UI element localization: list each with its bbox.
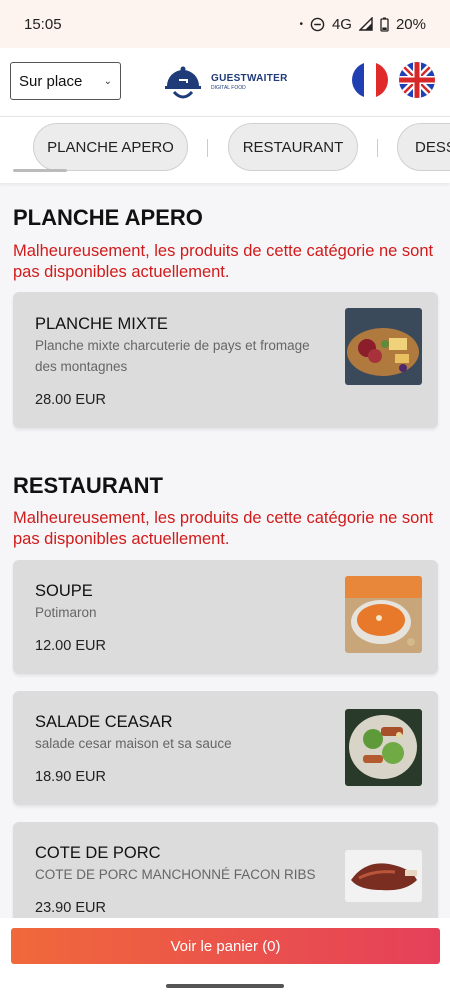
product-card[interactable]: SOUPE Potimaron 12.00 EUR xyxy=(13,560,438,674)
tab-divider xyxy=(207,139,208,157)
home-indicator[interactable] xyxy=(166,984,284,988)
do-not-disturb-icon xyxy=(310,17,325,31)
uk-flag-icon[interactable] xyxy=(399,62,435,98)
product-price: 23.90 EUR xyxy=(35,900,106,916)
service-mode-select[interactable]: Sur place ⌄ xyxy=(10,62,121,100)
section-title: PLANCHE APERO xyxy=(13,205,203,230)
cloche-logo-icon xyxy=(165,66,201,99)
unavailable-message: Malheureusement, les produits de cette c… xyxy=(13,509,434,548)
product-price: 18.90 EUR xyxy=(35,769,106,785)
signal-icon xyxy=(358,17,373,31)
product-description: COTE DE PORC MANCHONNÉ FACON RIBS xyxy=(35,867,316,882)
unavailable-message: Malheureusement, les produits de cette c… xyxy=(13,242,434,281)
service-mode-value: Sur place xyxy=(19,72,83,90)
soup-image xyxy=(345,576,422,653)
view-cart-button[interactable]: Voir le panier (0) xyxy=(11,928,440,964)
pork-ribs-image xyxy=(345,850,422,902)
logo-text: GUESTWAITER DIGITAL FOOD xyxy=(211,72,288,91)
product-price: 12.00 EUR xyxy=(35,638,106,654)
french-flag-icon[interactable] xyxy=(352,62,388,98)
battery-level: 20% xyxy=(395,15,426,33)
tab-restaurant[interactable]: RESTAURANT xyxy=(228,123,358,171)
product-name: PLANCHE MIXTE xyxy=(35,315,168,333)
tab-scroll-indicator xyxy=(13,169,67,172)
notification-dot: • xyxy=(299,18,303,30)
bottom-bar: Voir le panier (0) xyxy=(0,918,450,1000)
tab-planche-apero[interactable]: PLANCHE APERO xyxy=(33,123,188,171)
status-bar: 15:05 • 4G 20% xyxy=(0,0,450,48)
product-name: COTE DE PORC xyxy=(35,844,161,862)
battery-icon xyxy=(380,17,389,32)
section-title: RESTAURANT xyxy=(13,473,163,498)
product-card[interactable]: SALADE CEASAR salade cesar maison et sa … xyxy=(13,691,438,805)
product-price: 28.00 EUR xyxy=(35,392,106,408)
tab-desserts[interactable]: DESSERTS xyxy=(397,123,450,171)
logo-subtitle: DIGITAL FOOD xyxy=(211,84,246,91)
product-description: Potimaron xyxy=(35,605,97,620)
guestwaiter-logo: GUESTWAITER DIGITAL FOOD xyxy=(161,60,288,104)
product-card[interactable]: PLANCHE MIXTE Planche mixte charcuterie … xyxy=(13,292,438,428)
network-type: 4G xyxy=(331,15,352,33)
status-icons: • 4G 20% xyxy=(299,16,426,33)
category-tabs: PLANCHE APERO RESTAURANT DESSERTS xyxy=(0,116,450,183)
charcuterie-board-image xyxy=(345,308,422,385)
tab-divider xyxy=(377,139,378,157)
product-description: salade cesar maison et sa sauce xyxy=(35,736,232,751)
chevron-down-icon: ⌄ xyxy=(103,75,112,87)
product-description: Planche mixte charcuterie de pays et fro… xyxy=(35,338,310,374)
product-name: SOUPE xyxy=(35,582,93,600)
product-name: SALADE CEASAR xyxy=(35,713,173,731)
logo-title: GUESTWAITER xyxy=(211,72,288,84)
status-time: 15:05 xyxy=(24,15,62,33)
caesar-salad-image xyxy=(345,709,422,786)
app-header: Sur place ⌄ GUESTWAITER DIGITAL FOOD xyxy=(0,48,450,116)
